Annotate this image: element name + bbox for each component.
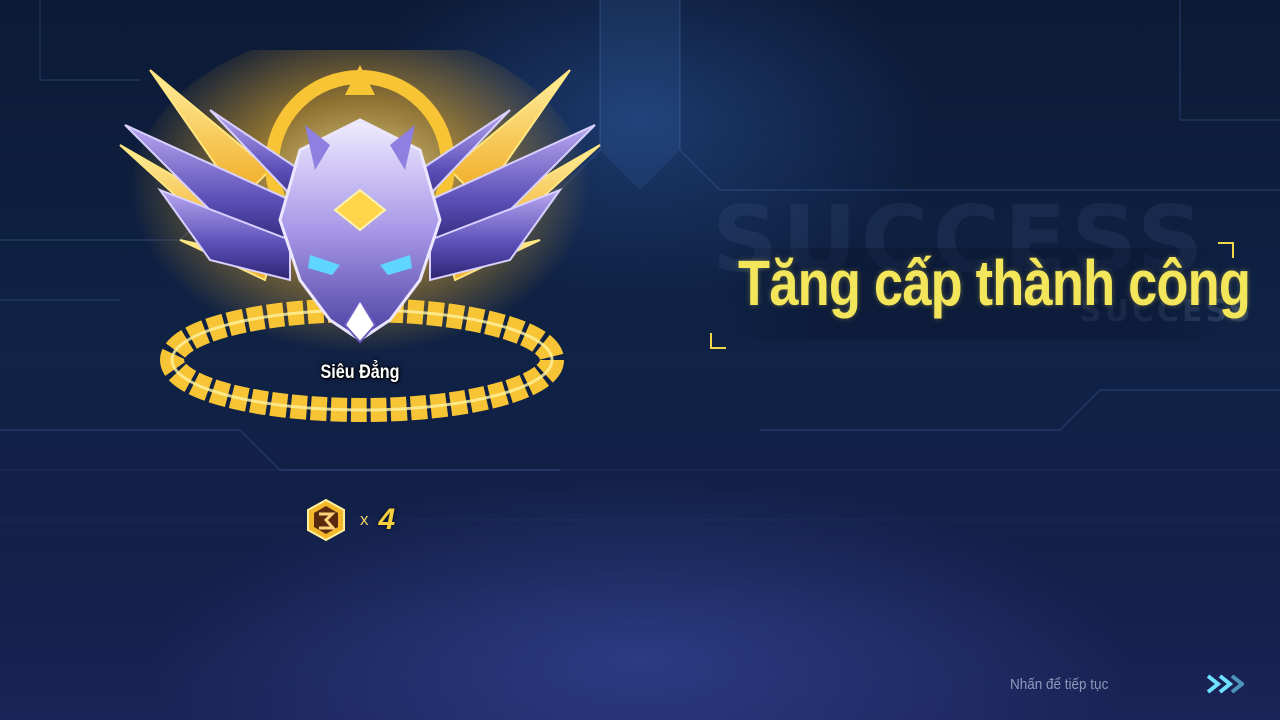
reward-count: 4: [378, 503, 396, 536]
corner-bracket-top-right: [1218, 242, 1234, 258]
rank-name: Siêu Đẳng: [320, 362, 400, 383]
rank-token-icon: [307, 498, 345, 542]
corner-bracket-bottom-left: [710, 333, 726, 349]
reward-multiplier: x: [360, 510, 369, 529]
level-up-screen[interactable]: SUCCESS SUCCESS Tăng cấp thành công: [0, 0, 1280, 720]
tap-to-continue-button[interactable]: Nhấn để tiếp tục: [1010, 672, 1244, 696]
double-chevron-right-icon[interactable]: [1204, 672, 1244, 696]
reward-row: x 4: [304, 498, 395, 542]
continue-label: Nhấn để tiếp tục: [1010, 675, 1109, 693]
page-title: Tăng cấp thành công: [738, 247, 1251, 319]
